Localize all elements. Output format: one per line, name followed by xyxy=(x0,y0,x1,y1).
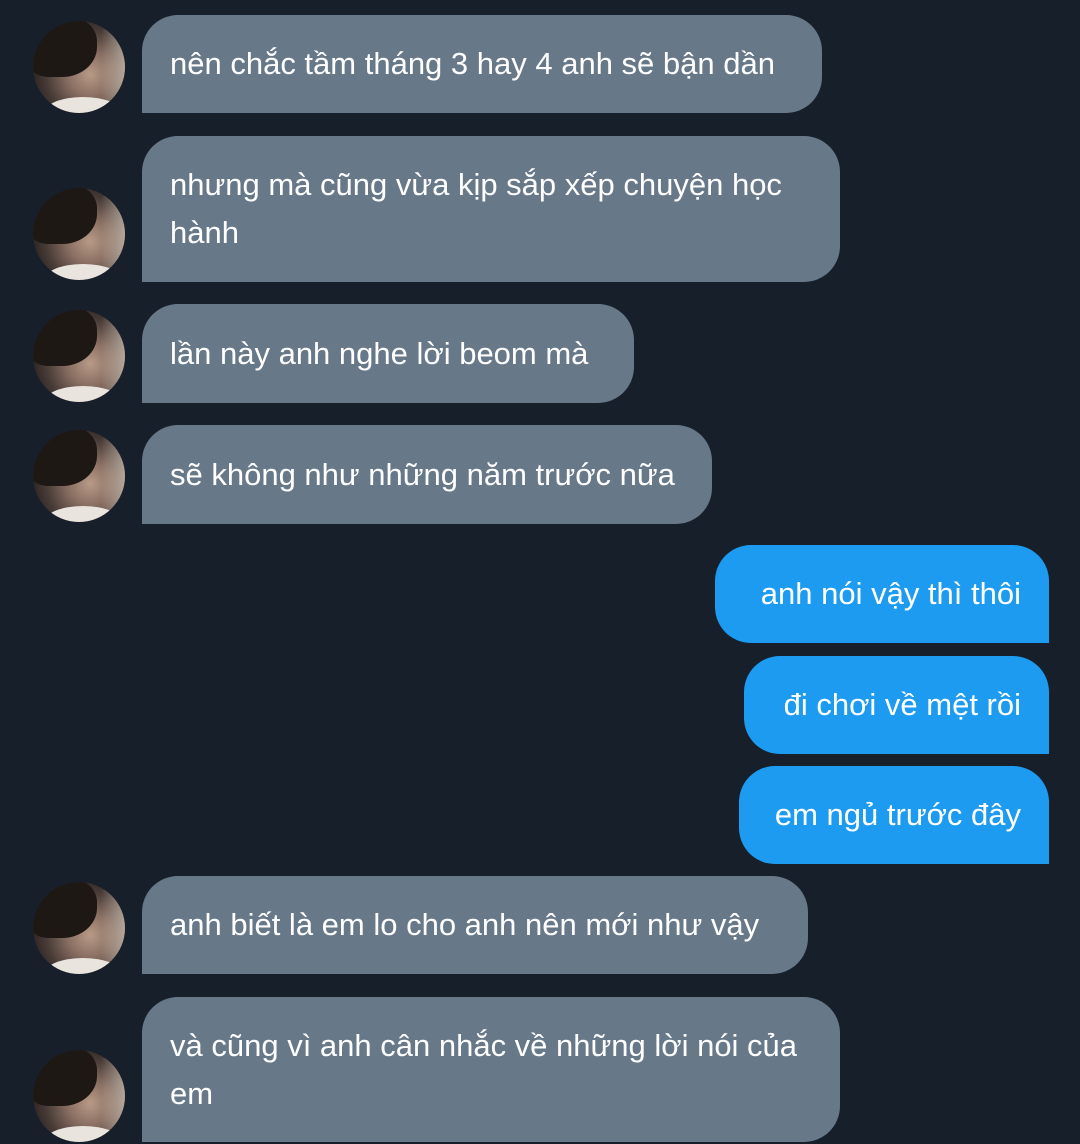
message-text: nhưng mà cũng vừa kịp sắp xếp chuyện học… xyxy=(170,167,782,250)
contact-avatar[interactable] xyxy=(33,1050,125,1142)
incoming-message-bubble[interactable]: anh biết là em lo cho anh nên mới như vậ… xyxy=(142,876,808,974)
contact-avatar[interactable] xyxy=(33,430,125,522)
message-text: nên chắc tầm tháng 3 hay 4 anh sẽ bận dầ… xyxy=(170,46,775,81)
message-text: đi chơi về mệt rồi xyxy=(783,687,1021,722)
message-text: sẽ không như những năm trước nữa xyxy=(170,456,675,492)
incoming-message-bubble[interactable]: lần này anh nghe lời beom mà xyxy=(142,304,634,403)
incoming-message-bubble[interactable]: và cũng vì anh cân nhắc về những lời nói… xyxy=(142,997,840,1142)
message-text: anh nói vậy thì thôi xyxy=(760,576,1021,611)
contact-avatar[interactable] xyxy=(33,21,125,113)
contact-avatar[interactable] xyxy=(33,882,125,974)
message-text: anh biết là em lo cho anh nên mới như vậ… xyxy=(170,907,760,942)
message-text: em ngủ trước đây xyxy=(774,797,1021,832)
chat-thread: nên chắc tầm tháng 3 hay 4 anh sẽ bận dầ… xyxy=(0,0,1080,1144)
outgoing-message-bubble[interactable]: em ngủ trước đây xyxy=(739,766,1049,864)
message-text: lần này anh nghe lời beom mà xyxy=(170,335,589,371)
contact-avatar[interactable] xyxy=(33,188,125,280)
message-text: và cũng vì anh cân nhắc về những lời nói… xyxy=(170,1027,798,1111)
outgoing-message-bubble[interactable]: đi chơi về mệt rồi xyxy=(744,656,1049,754)
incoming-message-bubble[interactable]: nên chắc tầm tháng 3 hay 4 anh sẽ bận dầ… xyxy=(142,15,822,113)
contact-avatar[interactable] xyxy=(33,310,125,402)
outgoing-message-bubble[interactable]: anh nói vậy thì thôi xyxy=(715,545,1049,643)
incoming-message-bubble[interactable]: nhưng mà cũng vừa kịp sắp xếp chuyện học… xyxy=(142,136,840,282)
incoming-message-bubble[interactable]: sẽ không như những năm trước nữa xyxy=(142,425,712,524)
